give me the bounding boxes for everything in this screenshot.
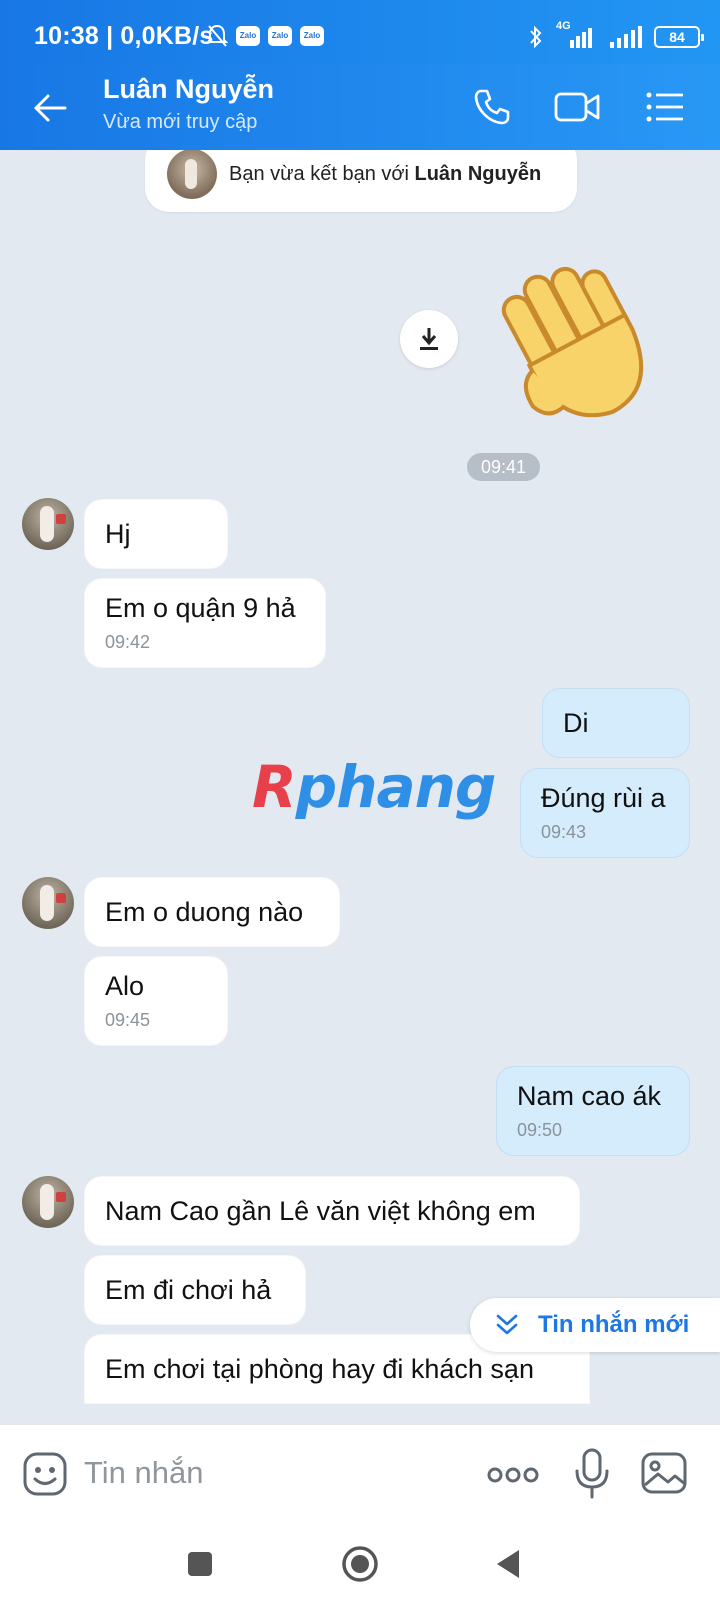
bluetooth-icon (530, 25, 542, 49)
message-text: Nam cao ák (517, 1081, 662, 1111)
new-messages-label: Tin nhắn mới (538, 1311, 690, 1338)
back-button[interactable] (26, 84, 74, 132)
message-bubble-incoming[interactable]: Hj (84, 499, 228, 569)
watermark-r: R (252, 753, 297, 821)
call-button[interactable] (467, 82, 517, 132)
image-gallery-icon[interactable] (640, 1449, 688, 1497)
triangle-back-icon (497, 1550, 519, 1578)
message-bubble-incoming[interactable]: Em o quận 9 hả 09:42 (84, 578, 326, 668)
battery-icon: 84 (654, 26, 704, 48)
message-text: Em chơi tại phòng hay đi khách sạn (105, 1353, 534, 1384)
back-arrow-icon (34, 94, 67, 122)
message-text: Hj (105, 518, 131, 549)
message-time: 09:50 (517, 1120, 563, 1140)
home-button[interactable] (330, 1534, 390, 1594)
message-bubble-outgoing[interactable]: Di (542, 688, 690, 758)
friend-added-notice: Bạn vừa kết bạn với Luân Nguyễn (145, 150, 577, 212)
message-text: Nam Cao gần Lê văn việt không em (105, 1195, 536, 1226)
contact-name[interactable]: Luân Nguyễn (103, 74, 274, 105)
square-icon (188, 1552, 212, 1576)
bell-muted-icon (206, 24, 228, 47)
system-nav-bar (0, 1524, 720, 1600)
message-bubble-outgoing[interactable]: Đúng rùi a 09:43 (520, 768, 690, 858)
menu-button[interactable] (640, 82, 690, 132)
avatar (167, 150, 217, 199)
message-time: 09:45 (105, 1010, 151, 1030)
message-bubble-outgoing[interactable]: Nam cao ák 09:50 (496, 1066, 690, 1156)
contact-avatar[interactable] (22, 498, 74, 550)
message-bubble-incoming[interactable]: Em o duong nào (84, 877, 340, 947)
status-bar: 10:38 | 0,0KB/s Zalo Zalo Zalo 4G 84 (0, 0, 720, 64)
status-icons: 4G 84 (528, 20, 704, 50)
message-text: Đúng rùi a (541, 783, 666, 813)
more-options-icon[interactable] (487, 1457, 539, 1493)
signal-icon (610, 26, 642, 48)
message-input-bar: Tin nhắn (0, 1424, 720, 1524)
status-time-network: 10:38 | 0,0KB/s (34, 22, 214, 50)
menu-list-icon (646, 92, 683, 122)
zalo-notification-icon: Zalo (300, 26, 324, 46)
phone-icon (474, 89, 510, 125)
video-call-button[interactable] (552, 82, 602, 132)
message-time: 09:43 (541, 822, 587, 842)
home-circle-icon (342, 1546, 378, 1582)
message-time: 09:42 (105, 632, 151, 652)
new-messages-button[interactable]: Tin nhắn mới (470, 1298, 720, 1352)
back-nav-button[interactable] (478, 1534, 538, 1594)
contact-avatar[interactable] (22, 877, 74, 929)
message-text: Di (563, 707, 589, 738)
emoji-sticker-icon[interactable] (22, 1451, 68, 1497)
watermark-rest: phang (295, 753, 497, 821)
message-text: Em o duong nào (105, 896, 304, 927)
zalo-notification-icon: Zalo (236, 26, 260, 46)
system-message-name: Luân Nguyễn (414, 162, 542, 185)
message-input[interactable]: Tin nhắn (84, 1455, 204, 1491)
message-text: Em o quận 9 hả (105, 593, 296, 623)
zalo-notification-icon: Zalo (268, 26, 292, 46)
double-chevron-down-icon (496, 1314, 518, 1335)
contact-avatar[interactable] (22, 1176, 74, 1228)
chat-area[interactable]: Bạn vừa kết bạn với Luân Nguyễn 09:41 Hj… (0, 150, 720, 1424)
message-text: Em đi chơi hả (105, 1274, 272, 1305)
waving-hand-sticker[interactable] (490, 260, 665, 430)
microphone-icon[interactable] (572, 1447, 612, 1501)
system-message: Bạn vừa kết bạn với Luân Nguyễn (229, 163, 541, 186)
chat-header: Luân Nguyễn Vừa mới truy cập (0, 64, 720, 150)
video-call-icon (554, 92, 600, 122)
signal-4g-icon: 4G (556, 20, 596, 50)
download-sticker-button[interactable] (400, 310, 458, 368)
contact-status: Vừa mới truy cập (103, 111, 258, 133)
message-bubble-incoming[interactable]: Nam Cao gần Lê văn việt không em (84, 1176, 580, 1246)
recents-button[interactable] (170, 1534, 230, 1594)
message-bubble-incoming[interactable]: Em đi chơi hả (84, 1255, 306, 1325)
watermark-logo: Rphang (252, 753, 497, 821)
download-icon (420, 328, 438, 350)
time-divider: 09:41 (467, 453, 540, 481)
message-bubble-incoming[interactable]: Alo 09:45 (84, 956, 228, 1046)
system-message-text: Bạn vừa kết bạn với (229, 162, 415, 185)
message-text: Alo (105, 971, 145, 1001)
